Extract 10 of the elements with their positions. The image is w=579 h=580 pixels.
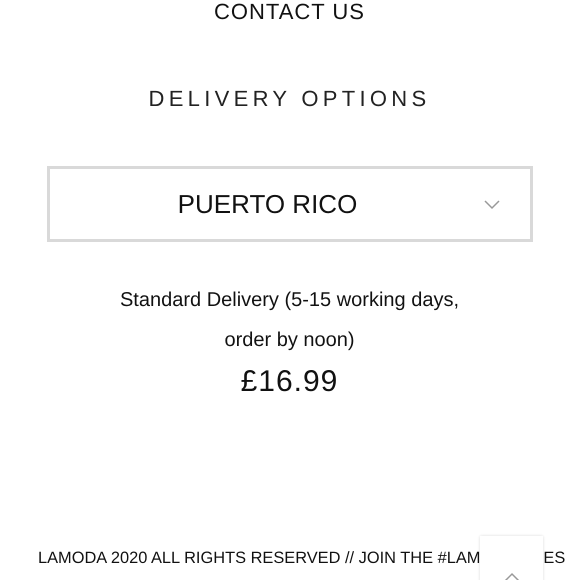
- footer-text: LAMODA 2020 ALL RIGHTS RESERVED // JOIN THE #LAM: [38, 548, 480, 569]
- chevron-down-icon: [484, 200, 500, 210]
- footer-text: ES: [543, 548, 566, 569]
- delivery-price: £16.99: [240, 364, 338, 400]
- chevron-up-icon: [504, 572, 520, 580]
- section-heading: DELIVERY OPTIONS: [148, 86, 430, 112]
- scroll-top-button[interactable]: [480, 536, 544, 580]
- delivery-description: Standard Delivery (5-15 working days, order by noon): [118, 288, 460, 353]
- country-select[interactable]: PUERTO RICO: [46, 166, 532, 242]
- contact-heading: CONTACT US: [214, 0, 365, 24]
